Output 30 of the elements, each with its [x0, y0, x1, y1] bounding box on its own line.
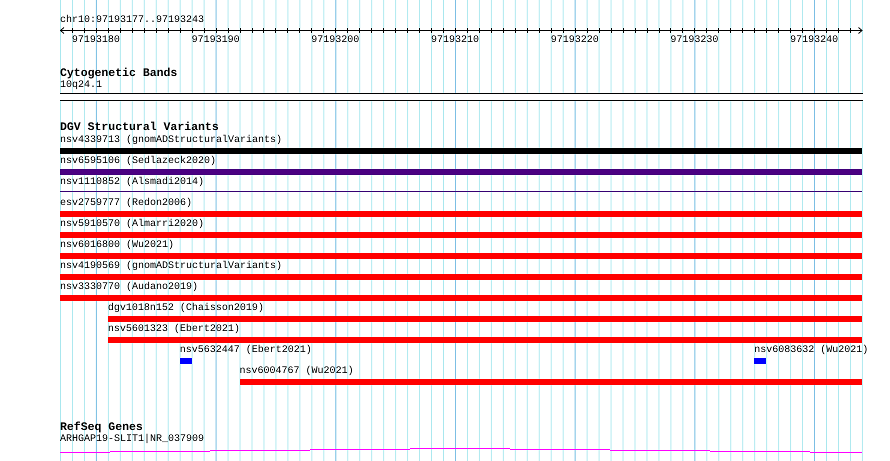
band-label: 10q24.1 — [60, 80, 102, 91]
variant-label: nsv5601323 (Ebert2021) — [108, 324, 240, 335]
tick-label: 97193230 — [670, 35, 718, 46]
variant-label: nsv6083632 (Wu2021) — [754, 345, 868, 356]
variant-label: nsv6595106 (Sedlazeck2020) — [60, 156, 216, 167]
tick-label: 97193240 — [790, 35, 838, 46]
tick-label: 97193220 — [550, 35, 599, 46]
variant-label: nsv5910570 (Almarri2020) — [60, 219, 204, 230]
track-title: DGV Structural Variants — [60, 122, 219, 134]
variant-label: esv2759777 (Redon2006) — [60, 198, 192, 209]
gene-label: ARHGAP19-SLIT1|NR_037909 — [60, 434, 204, 445]
variant-label: nsv6004767 (Wu2021) — [240, 366, 354, 377]
track-title: RefSeq Genes — [60, 422, 143, 434]
variant-label: dgv1018n152 (Chaisson2019) — [108, 303, 264, 314]
variant-line[interactable] — [60, 191, 862, 192]
variant-bar[interactable] — [180, 358, 192, 364]
variant-label: nsv5632447 (Ebert2021) — [180, 345, 312, 356]
variant-label: nsv6016800 (Wu2021) — [60, 240, 174, 251]
variant-label: nsv4339713 (gnomADStructuralVariants) — [60, 135, 282, 146]
tick-label: 97193190 — [192, 35, 240, 46]
track-title: Cytogenetic Bands — [60, 68, 178, 80]
gene-line[interactable] — [60, 448, 862, 453]
ruler-title: chr10:97193177..97193243 — [60, 15, 204, 26]
variant-label: nsv1110852 (Alsmadi2014) — [60, 177, 204, 188]
variant-label: nsv3330770 (Audano2019) — [60, 282, 198, 293]
tick-label: 97193180 — [72, 35, 120, 46]
tick-label: 97193200 — [311, 35, 360, 46]
tick-label: 97193210 — [431, 35, 479, 46]
variant-label: nsv4190569 (gnomADStructuralVariants) — [60, 261, 282, 272]
variant-bar[interactable] — [754, 358, 766, 364]
